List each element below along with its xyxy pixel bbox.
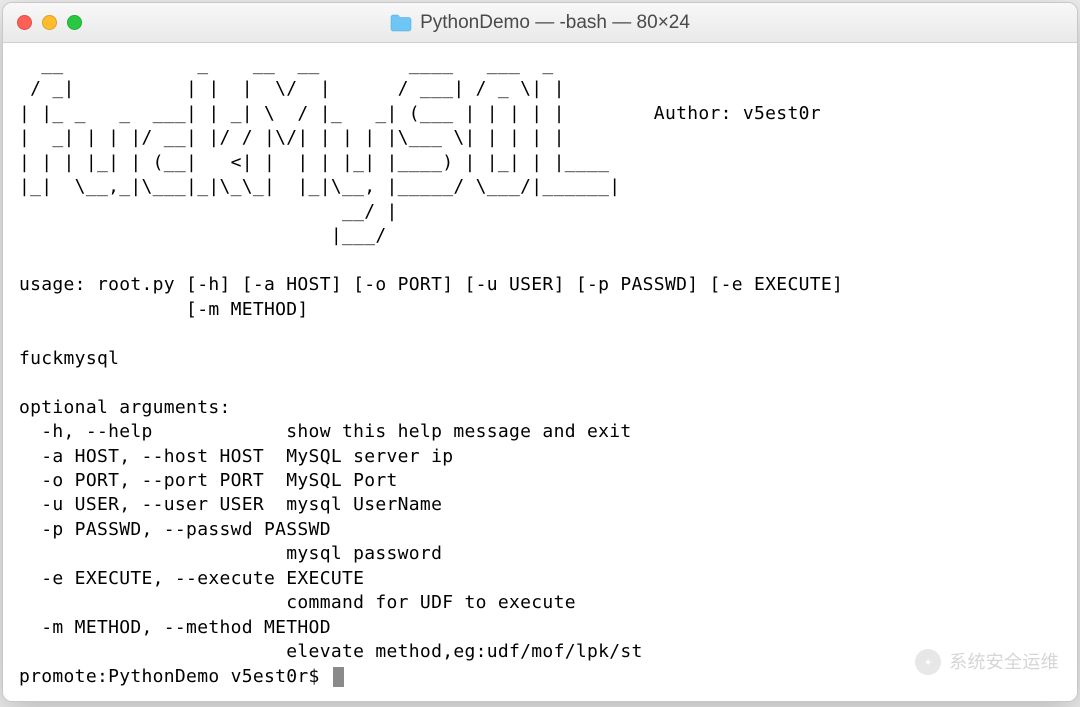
shell-prompt: promote:PythonDemo v5est0r$ [19, 666, 331, 687]
option-port: -o PORT, --port PORT MySQL Port [19, 470, 398, 491]
option-execute: -e EXECUTE, --execute EXECUTE [19, 568, 364, 589]
watermark: ✦ 系统安全运维 [915, 649, 1059, 675]
ascii-banner: __ _ __ __ ____ ___ _ / _| | | | \/ | / … [19, 54, 821, 246]
terminal-window: PythonDemo — -bash — 80×24 __ _ __ __ __… [2, 2, 1078, 702]
minimize-button[interactable] [42, 15, 57, 30]
option-host: -a HOST, --host HOST MySQL server ip [19, 446, 453, 467]
option-execute-desc: command for UDF to execute [19, 592, 576, 613]
optional-arguments-header: optional arguments: [19, 397, 231, 418]
cursor [333, 667, 344, 687]
folder-icon [390, 14, 412, 32]
option-passwd: -p PASSWD, --passwd PASSWD [19, 519, 331, 540]
option-passwd-desc: mysql password [19, 543, 442, 564]
title-center: PythonDemo — -bash — 80×24 [3, 12, 1077, 34]
close-button[interactable] [17, 15, 32, 30]
titlebar[interactable]: PythonDemo — -bash — 80×24 [3, 3, 1077, 43]
terminal-body[interactable]: __ _ __ __ ____ ___ _ / _| | | | \/ | / … [3, 43, 1077, 701]
wechat-icon: ✦ [915, 649, 941, 675]
window-title: PythonDemo — -bash — 80×24 [420, 12, 690, 34]
watermark-text: 系统安全运维 [949, 650, 1059, 674]
maximize-button[interactable] [67, 15, 82, 30]
option-help: -h, --help show this help message and ex… [19, 421, 632, 442]
option-method-desc: elevate method,eg:udf/mof/lpk/st [19, 641, 643, 662]
usage-line: usage: root.py [-h] [-a HOST] [-o PORT] … [19, 274, 843, 295]
usage-line: [-m METHOD] [19, 299, 309, 320]
traffic-lights [17, 15, 82, 30]
program-name: fuckmysql [19, 348, 119, 369]
option-method: -m METHOD, --method METHOD [19, 617, 331, 638]
option-user: -u USER, --user USER mysql UserName [19, 494, 442, 515]
